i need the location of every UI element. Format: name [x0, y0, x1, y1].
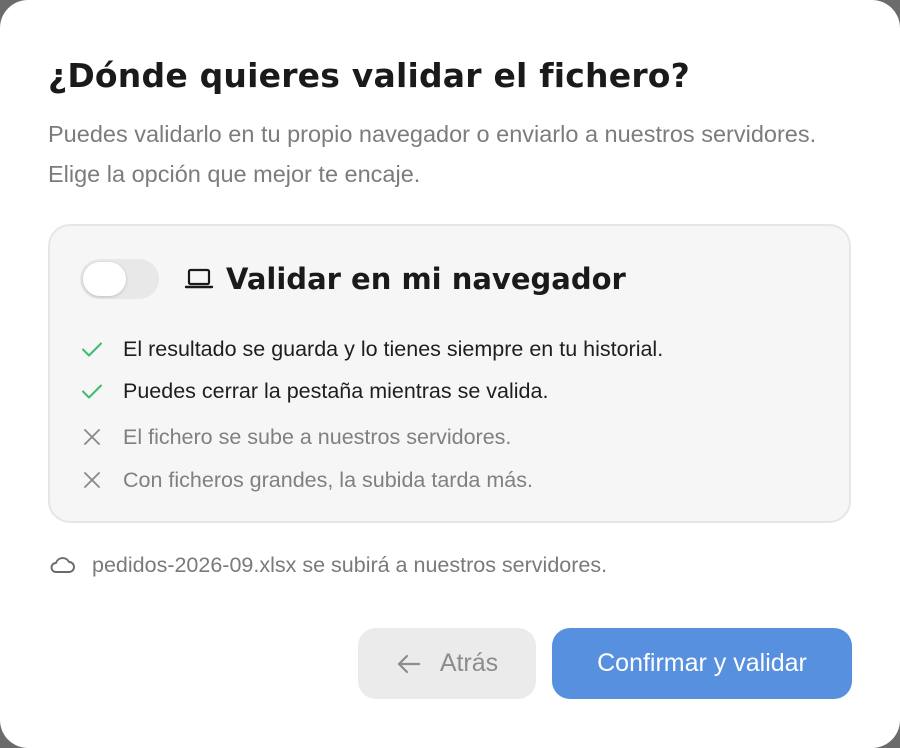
dialog-title: ¿Dónde quieres validar el fichero?: [48, 56, 691, 95]
feature-pro-text: El resultado se guarda y lo tienes siemp…: [123, 336, 664, 361]
cloud-icon: [50, 557, 75, 573]
back-button[interactable]: Atrás: [358, 628, 536, 699]
x-mark-icon: [84, 429, 100, 445]
confirm-button-label: Confirmar y validar: [597, 649, 807, 677]
back-button-label: Atrás: [439, 649, 499, 677]
upload-note-text: pedidos-2026-09.xlsx se subirá a nuestro…: [92, 552, 608, 577]
browser-validation-toggle[interactable]: [80, 259, 159, 299]
feature-pro-item: Puedes cerrar la pestaña mientras se val…: [80, 376, 548, 406]
option-card-browser[interactable]: Validar en mi navegador El resultado se …: [48, 224, 851, 523]
x-mark-icon: [84, 472, 100, 488]
feature-con-item: Con ficheros grandes, la subida tarda má…: [80, 465, 533, 495]
toggle-knob: [83, 262, 126, 296]
laptop-icon: [184, 268, 214, 289]
feature-con-text: El fichero se sube a nuestros servidores…: [123, 424, 512, 449]
feature-pro-text: Puedes cerrar la pestaña mientras se val…: [123, 378, 549, 403]
confirm-validate-button[interactable]: Confirmar y validar: [552, 628, 852, 699]
check-icon: [82, 342, 102, 357]
feature-pro-item: El resultado se guarda y lo tienes siemp…: [80, 334, 663, 364]
dialog-subtitle: Puedes validarlo en tu propio navegador …: [48, 121, 817, 187]
check-icon: [82, 384, 102, 399]
arrow-left-icon: [397, 654, 420, 673]
feature-con-item: El fichero se sube a nuestros servidores…: [80, 422, 511, 452]
option-title: Validar en mi navegador: [226, 262, 626, 296]
feature-con-text: Con ficheros grandes, la subida tarda má…: [123, 467, 533, 492]
validation-dialog: ¿Dónde quieres validar el fichero? Puede…: [0, 0, 900, 748]
upload-note: pedidos-2026-09.xlsx se subirá a nuestro…: [48, 550, 607, 580]
